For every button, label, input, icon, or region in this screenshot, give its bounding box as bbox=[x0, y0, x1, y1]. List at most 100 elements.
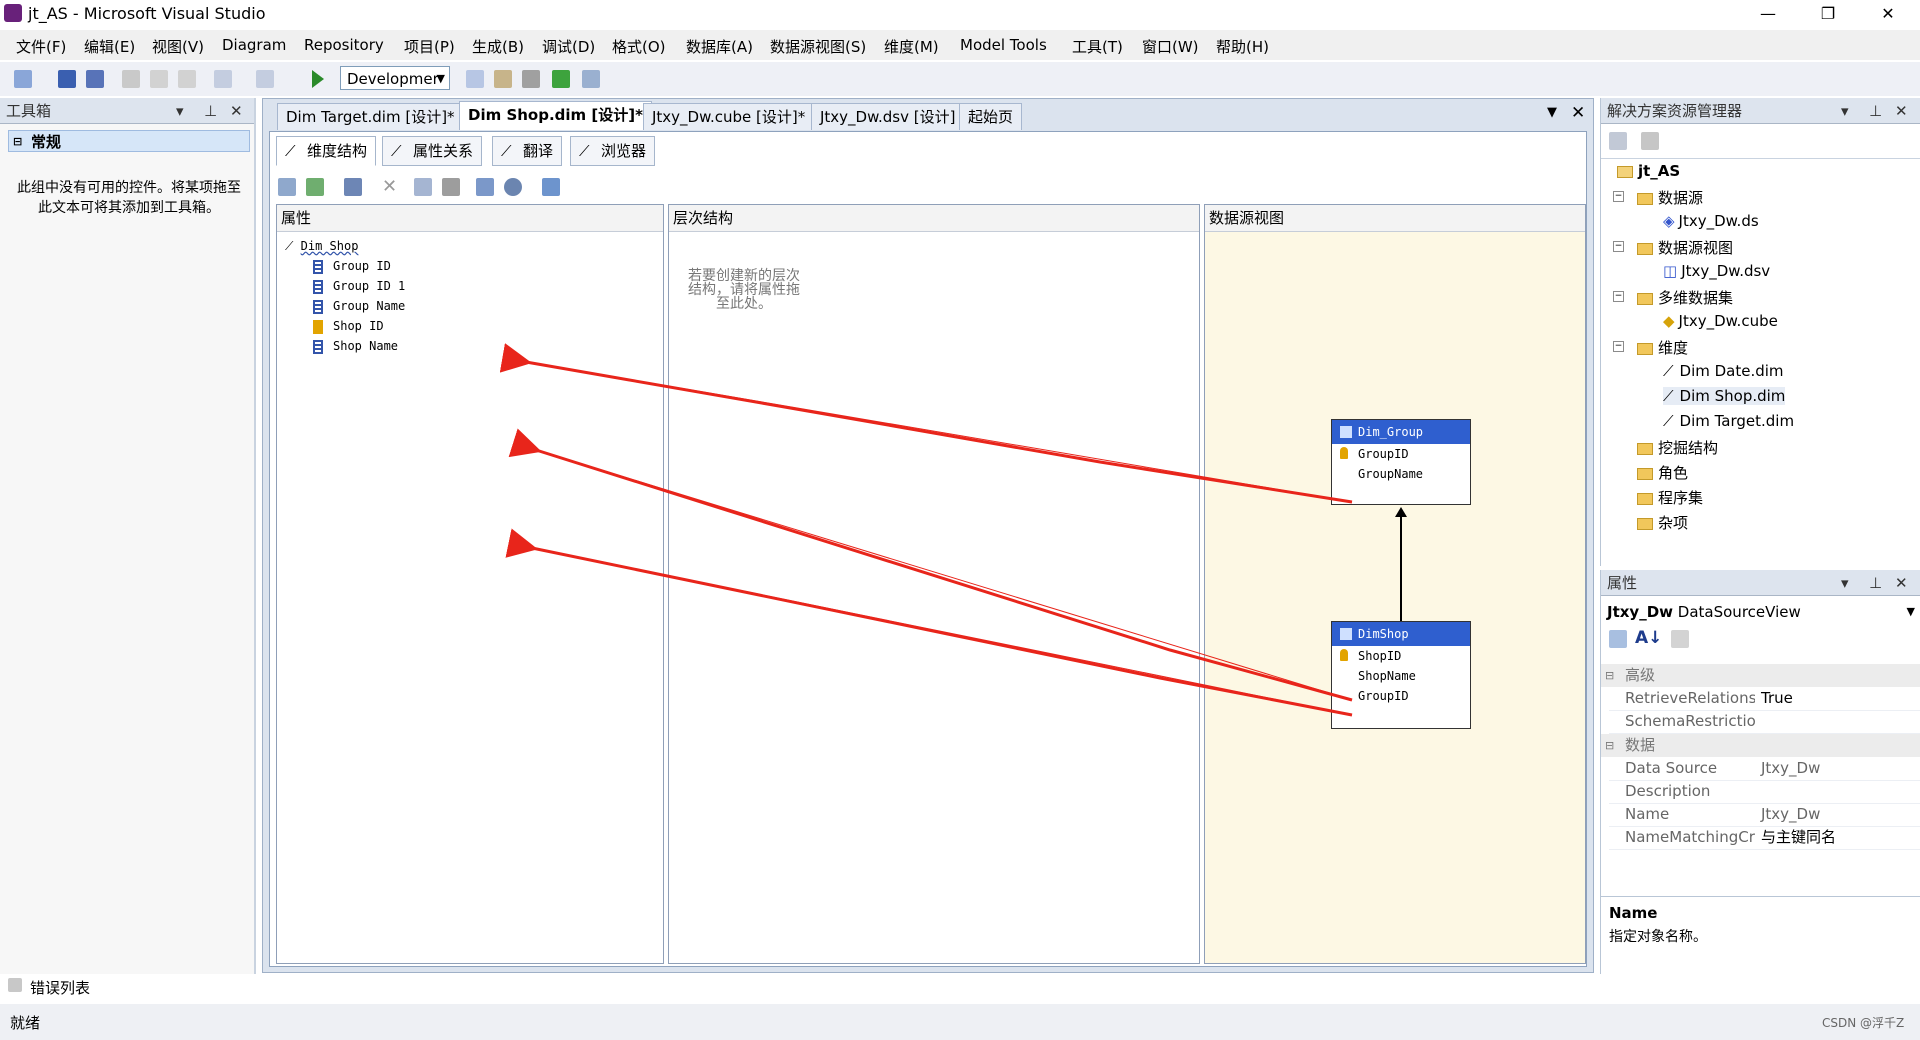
table-column[interactable]: GroupID bbox=[1332, 686, 1470, 706]
menu-diagram[interactable]: Diagram bbox=[222, 36, 286, 54]
collapse-icon[interactable]: ⊟ bbox=[13, 131, 22, 153]
table-column[interactable]: ShopName bbox=[1332, 666, 1470, 686]
pin-icon[interactable]: ⊥ bbox=[204, 98, 217, 124]
tree-node-cube[interactable]: ◆ Jtxy_Dw.cube bbox=[1663, 312, 1778, 330]
tree-node-ds[interactable]: ◈ Jtxy_Dw.ds bbox=[1663, 212, 1759, 230]
show-list-icon[interactable] bbox=[344, 178, 362, 196]
menu-tools[interactable]: 工具(T) bbox=[1072, 36, 1123, 57]
dropdown-icon[interactable]: ▾ bbox=[176, 98, 184, 124]
save-icon[interactable] bbox=[58, 70, 76, 88]
close-icon[interactable]: ✕ bbox=[1895, 570, 1908, 596]
tab-dimension-structure[interactable]: ⟋ 维度结构 bbox=[276, 136, 377, 166]
view-code-icon[interactable] bbox=[1641, 132, 1659, 150]
solution-config-select[interactable]: Developmer ▼ bbox=[340, 66, 450, 90]
tab-dim-shop[interactable]: Dim Shop.dim [设计]* bbox=[459, 101, 652, 130]
arrange-icon[interactable] bbox=[542, 178, 560, 196]
menu-file[interactable]: 文件(F) bbox=[16, 36, 66, 57]
tree-node-mining-structures[interactable]: 挖掘结构 bbox=[1637, 437, 1718, 458]
menu-repository[interactable]: Repository bbox=[304, 36, 384, 54]
window-icon[interactable] bbox=[582, 70, 600, 88]
menu-database[interactable]: 数据库(A) bbox=[686, 36, 753, 57]
collapse-icon[interactable]: − bbox=[1613, 191, 1624, 202]
close-icon[interactable]: ✕ bbox=[1895, 98, 1908, 124]
hide-table-icon[interactable] bbox=[442, 178, 460, 196]
deploy-icon[interactable] bbox=[552, 70, 570, 88]
collapse-icon[interactable]: − bbox=[1613, 341, 1624, 352]
new-project-icon[interactable] bbox=[14, 70, 32, 88]
close-button[interactable]: ✕ bbox=[1860, 0, 1916, 28]
alphabetical-icon[interactable]: A↓ bbox=[1635, 628, 1662, 648]
categorized-icon[interactable] bbox=[1609, 630, 1627, 648]
property-row[interactable]: Name Jtxy_Dw bbox=[1609, 803, 1920, 827]
tree-node-dsv[interactable]: ◫ Jtxy_Dw.dsv bbox=[1663, 262, 1770, 280]
tree-node-misc[interactable]: 杂项 bbox=[1637, 512, 1688, 533]
attribute-item[interactable]: Group Name bbox=[313, 299, 405, 314]
undo-icon[interactable] bbox=[214, 70, 232, 88]
dsv-table-dim-group[interactable]: Dim_Group GroupID GroupName bbox=[1331, 419, 1471, 505]
tree-root[interactable]: jt_AS bbox=[1617, 162, 1680, 180]
attribute-item[interactable]: Group ID bbox=[313, 259, 391, 274]
property-row[interactable]: Data Source Jtxy_Dw bbox=[1609, 757, 1920, 781]
tab-attribute-relationships[interactable]: ⟋ 属性关系 bbox=[382, 136, 483, 166]
tab-dim-target[interactable]: Dim Target.dim [设计]* bbox=[277, 103, 464, 130]
attribute-item[interactable]: Shop Name bbox=[313, 339, 398, 354]
tree-node-assemblies[interactable]: 程序集 bbox=[1637, 487, 1703, 508]
collapse-icon[interactable]: − bbox=[1613, 291, 1624, 302]
property-category[interactable]: ⊟ 数据 bbox=[1601, 734, 1920, 757]
tree-node-dsv-folder[interactable]: 数据源视图 bbox=[1637, 237, 1733, 258]
tab-translations[interactable]: ⟋ 翻译 bbox=[492, 136, 563, 166]
delete-icon[interactable]: ✕ bbox=[382, 176, 397, 197]
tree-node-dim-target[interactable]: ⟋ Dim Target.dim bbox=[1663, 412, 1794, 430]
tab-cube[interactable]: Jtxy_Dw.cube [设计]* bbox=[643, 103, 815, 130]
dsv-table-dimshop[interactable]: DimShop ShopID ShopName GroupID bbox=[1331, 621, 1471, 729]
redo-icon[interactable] bbox=[256, 70, 274, 88]
dimension-root[interactable]: ⟋ Dim Shop bbox=[285, 239, 358, 254]
tree-node-cubes-folder[interactable]: 多维数据集 bbox=[1637, 287, 1733, 308]
restore-button[interactable]: ❐ bbox=[1800, 0, 1856, 28]
tab-start-page[interactable]: 起始页 bbox=[959, 103, 1023, 130]
dropdown-icon[interactable]: ▾ bbox=[1841, 98, 1849, 124]
menu-dsv[interactable]: 数据源视图(S) bbox=[770, 36, 866, 57]
property-row[interactable]: RetrieveRelationsh True bbox=[1609, 687, 1920, 711]
tree-node-data-sources[interactable]: 数据源 bbox=[1637, 187, 1703, 208]
menu-format[interactable]: 格式(O) bbox=[612, 36, 666, 57]
menu-project[interactable]: 项目(P) bbox=[404, 36, 455, 57]
menu-help[interactable]: 帮助(H) bbox=[1216, 36, 1269, 57]
menu-build[interactable]: 生成(B) bbox=[472, 36, 524, 57]
process-icon[interactable] bbox=[278, 178, 296, 196]
paste-icon[interactable] bbox=[178, 70, 196, 88]
tab-browser[interactable]: ⟋ 浏览器 bbox=[570, 136, 656, 166]
property-category[interactable]: ⊟ 高级 bbox=[1601, 664, 1920, 687]
menu-dimension[interactable]: 维度(M) bbox=[884, 36, 939, 57]
table-column[interactable]: GroupName bbox=[1332, 464, 1470, 484]
property-row[interactable]: NameMatchingCri 与主键同名 bbox=[1609, 826, 1920, 850]
close-icon[interactable]: ✕ bbox=[230, 98, 243, 124]
collapse-icon[interactable]: − bbox=[1613, 241, 1624, 252]
tree-node-dim-date[interactable]: ⟋ Dim Date.dim bbox=[1663, 362, 1784, 380]
attribute-item[interactable]: Shop ID bbox=[313, 319, 384, 334]
menu-window[interactable]: 窗口(W) bbox=[1142, 36, 1199, 57]
minimize-button[interactable]: — bbox=[1740, 0, 1796, 28]
dropdown-icon[interactable]: ▾ bbox=[1841, 570, 1849, 596]
menu-edit[interactable]: 编辑(E) bbox=[84, 36, 135, 57]
cut-icon[interactable] bbox=[122, 70, 140, 88]
table-column[interactable]: GroupID bbox=[1332, 444, 1470, 464]
tab-dsv[interactable]: Jtxy_Dw.dsv [设计] bbox=[811, 103, 965, 130]
find-icon[interactable] bbox=[466, 70, 484, 88]
new-named-query-icon[interactable] bbox=[414, 178, 432, 196]
close-document-icon[interactable]: ✕ bbox=[1571, 103, 1585, 123]
copy-icon[interactable] bbox=[150, 70, 168, 88]
properties-window-icon[interactable] bbox=[494, 70, 512, 88]
tree-node-roles[interactable]: 角色 bbox=[1637, 462, 1688, 483]
tree-node-dim-shop[interactable]: ⟋ Dim Shop.dim bbox=[1663, 387, 1786, 405]
explore-data-icon[interactable] bbox=[476, 178, 494, 196]
error-list-tab[interactable]: 错误列表 bbox=[0, 974, 100, 1000]
zoom-icon[interactable] bbox=[504, 178, 522, 196]
refresh-icon[interactable] bbox=[306, 178, 324, 196]
menu-model-tools[interactable]: Model Tools bbox=[960, 36, 1047, 54]
property-row[interactable]: Description bbox=[1609, 780, 1920, 804]
tab-list-icon[interactable]: ▼ bbox=[1547, 105, 1557, 120]
pin-icon[interactable]: ⊥ bbox=[1869, 98, 1882, 124]
pin-icon[interactable]: ⊥ bbox=[1869, 570, 1882, 596]
collapse-icon[interactable]: ⊟ bbox=[1605, 664, 1614, 687]
